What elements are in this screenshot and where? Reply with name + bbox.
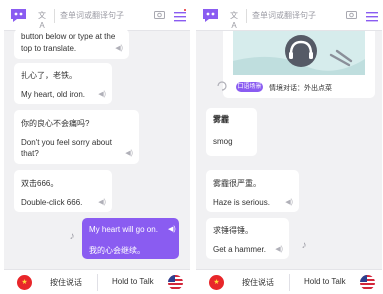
message-text: 雾霾 <box>213 115 229 124</box>
us-flag-icon[interactable] <box>360 275 375 290</box>
hold-to-talk-chinese-button[interactable]: 按住说话 <box>50 277 82 288</box>
speaker-icon[interactable]: ◀) <box>98 198 106 206</box>
app-logo-icon[interactable] <box>9 7 28 24</box>
message-text: 我的心会继续。 <box>89 246 145 255</box>
message-text: Get a hammer. <box>213 245 266 254</box>
message-text: Don't you feel sorry about <box>21 138 112 147</box>
chat-bubble[interactable]: 雾霾很严重。 Haze is serious. ◀) <box>206 170 299 212</box>
chat-bubble[interactable]: 雾霾 smog <box>206 108 257 156</box>
voice-input-bar: ★ 按住说话 Hold to Talk <box>196 269 382 294</box>
message-text: 扎心了，老铁。 <box>21 71 77 80</box>
translate-icon[interactable]: 文A <box>36 11 48 30</box>
speaker-icon[interactable]: ◀) <box>285 198 293 206</box>
refresh-icon[interactable] <box>215 79 229 93</box>
message-text: button below or type at the <box>21 32 116 41</box>
message-text: top to translate. <box>21 44 77 53</box>
speaker-icon[interactable]: ◀) <box>168 225 176 233</box>
message-text: 雾霾很严重。 <box>213 179 261 188</box>
hold-to-talk-english-button[interactable]: Hold to Talk <box>112 277 154 286</box>
user-chat-bubble[interactable]: My heart will go on. 我的心会继续。 ◀) <box>82 218 179 259</box>
voice-input-bar: ★ 按住说话 Hold to Talk <box>4 269 190 294</box>
top-bar: 文A 查单词或翻译句子 <box>196 0 382 31</box>
message-text: My heart will go on. <box>89 225 158 234</box>
translate-icon[interactable]: 文A <box>228 11 240 30</box>
hold-to-talk-chinese-button[interactable]: 按住说话 <box>242 277 274 288</box>
camera-icon[interactable] <box>154 10 165 19</box>
search-input[interactable]: 查单词或翻译句子 <box>246 9 346 23</box>
speaker-icon[interactable]: ♪ <box>298 240 310 252</box>
scene-badge: 口语场景 <box>236 82 263 92</box>
menu-icon[interactable] <box>174 9 186 22</box>
speaker-icon[interactable]: ◀) <box>275 245 283 253</box>
scene-dialogue-card[interactable]: 口语场景 情境对话：外出点菜 <box>223 31 375 98</box>
speaker-icon[interactable]: ◀) <box>98 90 106 98</box>
camera-icon[interactable] <box>346 10 357 19</box>
message-text: 求锤得锤。 <box>213 226 253 235</box>
search-input[interactable]: 查单词或翻译句子 <box>54 9 154 23</box>
menu-icon[interactable] <box>366 9 378 22</box>
chat-bubble[interactable]: 你的良心不会痛吗? Don't you feel sorry about tha… <box>14 110 139 164</box>
chat-bubble[interactable]: 双击666。 Double-click 666. ◀) <box>14 170 112 212</box>
speaker-icon[interactable]: ♪ <box>66 231 78 243</box>
message-text: 双击666。 <box>21 179 59 188</box>
message-text: that? <box>21 149 39 158</box>
speaker-icon[interactable]: ◀) <box>125 149 133 157</box>
china-flag-icon[interactable]: ★ <box>209 275 224 290</box>
chat-screen-left: 文A 查单词或翻译句子 button below or type at the … <box>4 0 190 294</box>
top-bar: 文A 查单词或翻译句子 <box>4 0 190 31</box>
message-text: Double-click 666. <box>21 198 83 207</box>
scene-illustration <box>233 31 365 75</box>
message-text: My heart, old iron. <box>21 90 86 99</box>
message-text: 你的良心不会痛吗? <box>21 119 90 128</box>
chat-bubble[interactable]: button below or type at the top to trans… <box>14 29 129 59</box>
message-text: smog <box>213 137 233 146</box>
chat-bubble[interactable]: 扎心了，老铁。 My heart, old iron. ◀) <box>14 63 112 104</box>
divider <box>289 274 290 291</box>
scene-title: 情境对话：外出点菜 <box>269 85 332 92</box>
hold-to-talk-english-button[interactable]: Hold to Talk <box>304 277 346 286</box>
message-text: Haze is serious. <box>213 198 270 207</box>
speaker-icon[interactable]: ◀) <box>115 44 123 52</box>
us-flag-icon[interactable] <box>168 275 183 290</box>
china-flag-icon[interactable]: ★ <box>17 275 32 290</box>
chat-bubble[interactable]: 求锤得锤。 Get a hammer. ◀) <box>206 218 289 259</box>
chat-screen-right: 文A 查单词或翻译句子 口语场景 情境对话：外出点菜 雾霾 smog 雾霾很严重… <box>196 0 382 294</box>
divider <box>97 274 98 291</box>
app-logo-icon[interactable] <box>201 7 220 24</box>
